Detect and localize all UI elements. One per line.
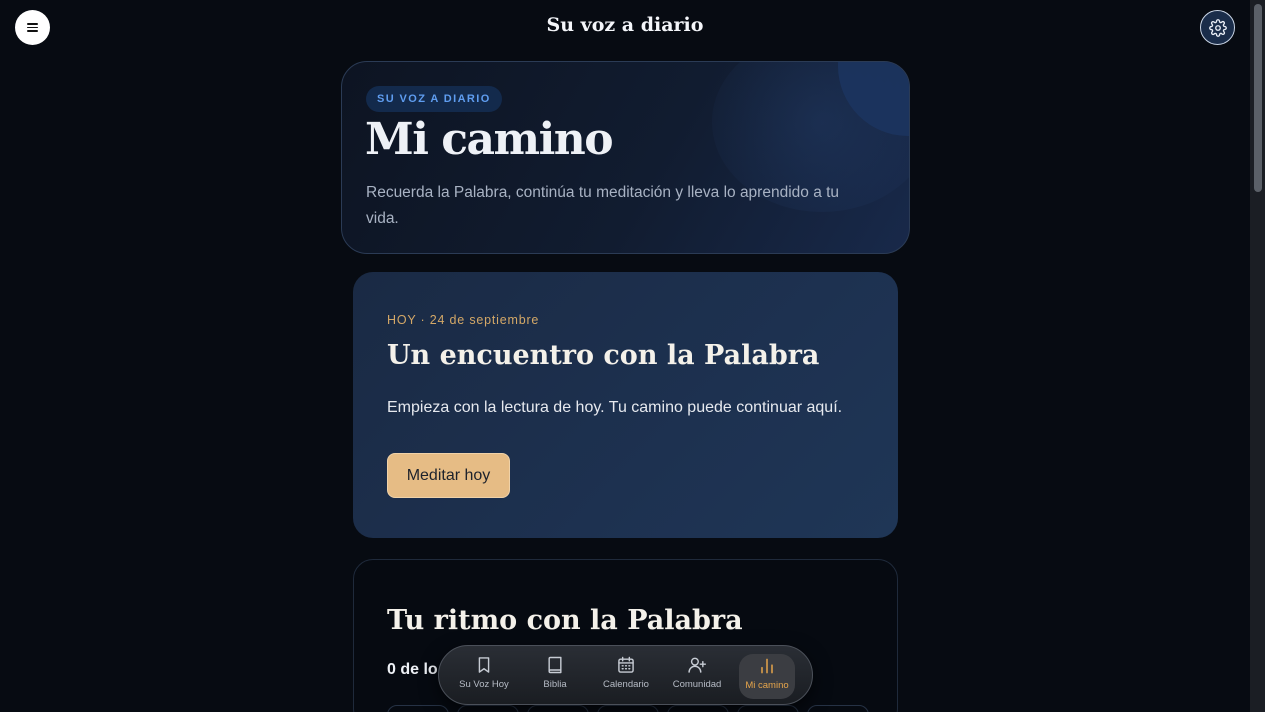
day-pill: [457, 705, 519, 712]
today-card: HOY · 24 de septiembre Un encuentro con …: [353, 272, 898, 538]
app-title: Su voz a diario: [546, 14, 704, 36]
calendar-icon: [618, 656, 634, 673]
nav-item-calendario[interactable]: Calendario: [595, 655, 657, 697]
nav-label: Calendario: [603, 679, 649, 690]
nav-label: Biblia: [543, 679, 567, 690]
day-pill: [597, 705, 659, 712]
meditate-today-button[interactable]: Meditar hoy: [387, 453, 510, 498]
day-pill: [667, 705, 729, 712]
scrollbar[interactable]: [1250, 0, 1265, 712]
today-title: Un encuentro con la Palabra: [387, 340, 820, 371]
scrollbar-thumb[interactable]: [1254, 4, 1262, 192]
nav-label: Comunidad: [672, 679, 722, 690]
gear-icon: [1208, 18, 1227, 37]
nav-item-su-voz-hoy[interactable]: Su Voz Hoy: [453, 655, 515, 697]
user-plus-icon: [688, 657, 707, 673]
nav-label: Mi camino: [745, 680, 789, 691]
day-pill: [807, 705, 869, 712]
bar-chart-icon: [761, 658, 773, 674]
bookmark-icon: [478, 657, 490, 673]
today-description: Empieza con la lectura de hoy. Tu camino…: [387, 399, 843, 416]
bottom-nav: Su Voz Hoy Biblia Calendario Comunidad M…: [438, 645, 813, 705]
hero-badge: SU VOZ A DIARIO: [366, 86, 502, 112]
hero-card: SU VOZ A DIARIO Mi camino Recuerda la Pa…: [341, 61, 910, 254]
nav-item-biblia[interactable]: Biblia: [524, 655, 586, 697]
day-pill: [387, 705, 449, 712]
day-pill: [527, 705, 589, 712]
nav-label: Su Voz Hoy: [459, 679, 509, 690]
settings-button[interactable]: [1200, 10, 1235, 45]
rhythm-title: Tu ritmo con la Palabra: [387, 605, 743, 636]
hero-description: Recuerda la Palabra, continúa tu meditac…: [366, 184, 840, 227]
day-pill: [737, 705, 799, 712]
top-bar: Su voz a diario: [0, 0, 1250, 56]
nav-item-mi-camino[interactable]: Mi camino: [739, 654, 795, 699]
page-title: Mi camino: [365, 114, 614, 165]
rhythm-count: 0 de lo: [387, 661, 438, 678]
book-icon: [548, 656, 562, 674]
nav-item-comunidad[interactable]: Comunidad: [666, 655, 728, 697]
today-date: HOY · 24 de septiembre: [387, 313, 540, 327]
